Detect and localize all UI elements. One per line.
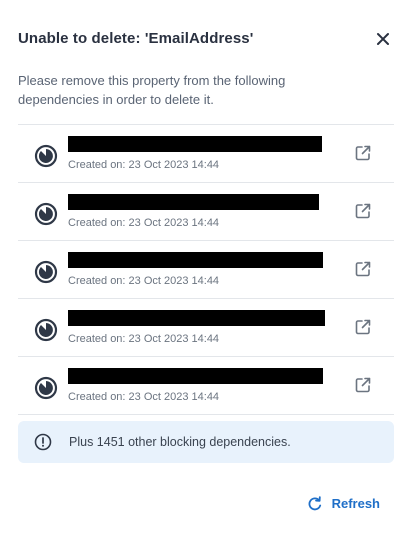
dependency-created-date: Created on: 23 Oct 2023 14:44: [68, 159, 220, 171]
external-link-icon[interactable]: [354, 260, 372, 278]
dependency-created-date: Created on: 23 Oct 2023 14:44: [68, 217, 220, 229]
status-clock-icon: [34, 376, 58, 400]
external-link-icon[interactable]: [354, 144, 372, 162]
refresh-icon: [308, 496, 321, 511]
dependency-item: Created on: 23 Oct 2023 14:44: [18, 241, 394, 299]
dependency-name-redacted[interactable]: [68, 368, 323, 384]
dependency-name-redacted[interactable]: [68, 252, 323, 268]
external-link-icon[interactable]: [354, 318, 372, 336]
dependency-created-date: Created on: 23 Oct 2023 14:44: [68, 333, 220, 345]
notice-text: Plus 1451 other blocking dependencies.: [69, 435, 291, 449]
dependency-item: Created on: 23 Oct 2023 14:44: [18, 357, 394, 415]
close-button[interactable]: [374, 30, 392, 48]
dependency-name-redacted[interactable]: [68, 310, 325, 326]
info-icon: [34, 433, 52, 451]
dependency-name-redacted[interactable]: [68, 194, 319, 210]
refresh-label: Refresh: [331, 496, 380, 511]
dependency-created-date: Created on: 23 Oct 2023 14:44: [68, 275, 220, 287]
status-clock-icon: [34, 202, 58, 226]
delete-blocked-dialog: Unable to delete: 'EmailAddress' Please …: [0, 0, 414, 540]
status-clock-icon: [34, 260, 58, 284]
close-icon: [377, 33, 389, 45]
dependency-list: Created on: 23 Oct 2023 14:44 Created on…: [18, 124, 394, 415]
dialog-title: Unable to delete: 'EmailAddress': [18, 30, 254, 47]
dependency-item: Created on: 23 Oct 2023 14:44: [18, 299, 394, 357]
blocking-dependencies-notice: Plus 1451 other blocking dependencies.: [18, 421, 394, 463]
status-clock-icon: [34, 318, 58, 342]
external-link-icon[interactable]: [354, 376, 372, 394]
dependency-created-date: Created on: 23 Oct 2023 14:44: [68, 391, 220, 403]
dialog-description: Please remove this property from the fol…: [18, 73, 286, 107]
dependency-name-redacted[interactable]: [68, 136, 322, 152]
status-clock-icon: [34, 144, 58, 168]
dependency-item: Created on: 23 Oct 2023 14:44: [18, 125, 394, 183]
dialog-header: Unable to delete: 'EmailAddress': [18, 29, 392, 49]
external-link-icon[interactable]: [354, 202, 372, 220]
refresh-button[interactable]: Refresh: [307, 495, 380, 513]
dependency-item: Created on: 23 Oct 2023 14:44: [18, 183, 394, 241]
